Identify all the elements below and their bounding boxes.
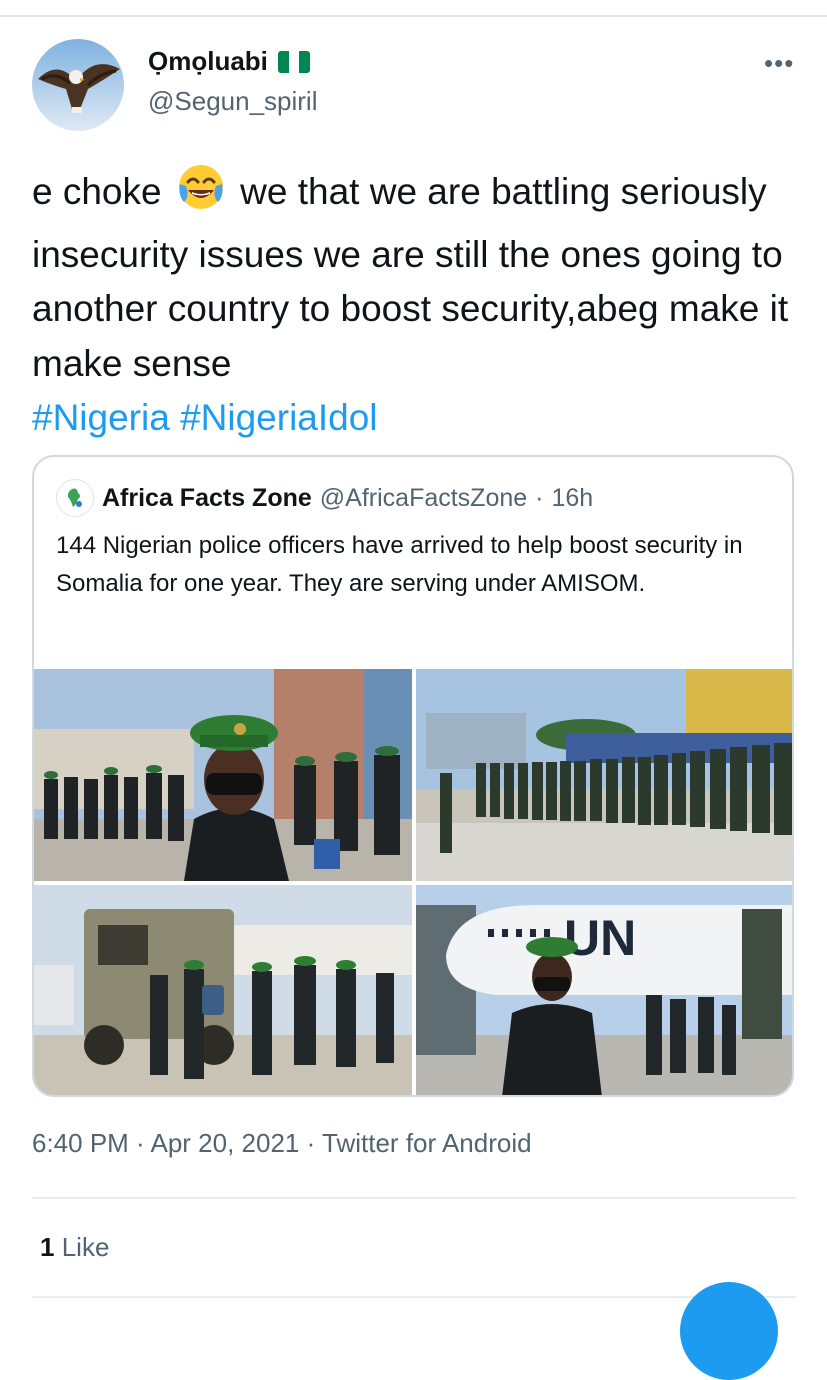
likes-label: Like (61, 1232, 110, 1262)
more-options-icon[interactable]: ••• (764, 48, 794, 79)
compose-button[interactable] (680, 1282, 778, 1380)
author-display-name[interactable]: Ọmọluabi (148, 46, 268, 77)
un-plane-photo[interactable]: UN (416, 885, 792, 1095)
quoted-time: 16h (551, 483, 594, 512)
quoted-text: 144 Nigerian police officers have arrive… (56, 532, 743, 597)
quoted-author-name[interactable]: Africa Facts Zone (102, 484, 312, 513)
divider (32, 1197, 796, 1199)
author-avatar[interactable] (32, 39, 124, 131)
quoted-separator: · (535, 483, 544, 512)
tweet-text-part-1: e choke (32, 171, 162, 212)
armored-vehicle-photo[interactable] (34, 885, 412, 1095)
face-with-tears-of-joy-icon (176, 162, 226, 228)
top-divider (0, 15, 827, 17)
quoted-author-avatar[interactable] (56, 479, 94, 517)
likes-number: 1 (40, 1232, 55, 1262)
hashtag-nigeria[interactable]: #Nigeria (32, 397, 170, 438)
officers-line-photo[interactable] (416, 669, 792, 881)
divider (32, 1296, 796, 1298)
quoted-author-handle[interactable]: @AfricaFactsZone (320, 484, 527, 513)
plane-un-text: UN (564, 910, 636, 966)
officer-closeup-photo[interactable] (34, 669, 412, 881)
tweet-timestamp[interactable]: 6:40 PM · Apr 20, 2021 · Twitter for And… (32, 1128, 532, 1159)
quoted-tweet[interactable]: Africa Facts Zone @AfricaFactsZone · 16h… (32, 455, 794, 1097)
author-handle[interactable]: @Segun_spiril (148, 86, 317, 117)
tweet-text: e choke we that we are battling seriousl… (32, 162, 802, 446)
hashtag-nigeriaidol[interactable]: #NigeriaIdol (180, 397, 377, 438)
nigeria-flag-icon (277, 50, 310, 73)
likes-count[interactable]: 1 Like (40, 1232, 109, 1263)
